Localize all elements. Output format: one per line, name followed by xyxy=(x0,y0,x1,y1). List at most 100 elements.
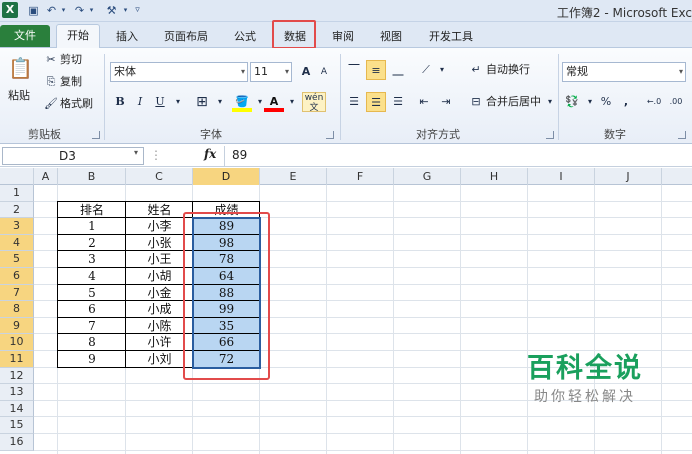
undo-dropdown-icon[interactable]: ▾ xyxy=(56,3,71,18)
row-header-14[interactable]: 14 xyxy=(0,400,34,418)
increase-indent-icon[interactable]: ⇥ xyxy=(436,92,456,112)
row-header-7[interactable]: 7 xyxy=(0,284,34,302)
align-middle-icon[interactable]: ≡ xyxy=(366,60,386,80)
tab-page-layout[interactable]: 页面布局 xyxy=(160,26,212,47)
insert-function-icon[interactable]: fx xyxy=(204,147,216,161)
font-name-select[interactable]: 宋体 ▾ xyxy=(110,62,248,82)
italic-button[interactable]: I xyxy=(130,92,150,112)
table-cell[interactable]: 4 xyxy=(59,268,125,285)
decrease-indent-icon[interactable]: ⇤ xyxy=(414,92,434,112)
align-center-icon[interactable]: ☰ xyxy=(366,92,386,112)
row-header-5[interactable]: 5 xyxy=(0,251,34,268)
row-header-1[interactable]: 1 xyxy=(0,185,34,202)
column-header-h[interactable]: H xyxy=(461,168,528,185)
number-format-select[interactable]: 常规 ▾ xyxy=(562,62,686,82)
table-header-cell[interactable]: 排名 xyxy=(59,202,125,219)
name-box-dropdown-icon[interactable]: ▾ xyxy=(134,148,138,157)
row-header-15[interactable]: 15 xyxy=(0,417,34,434)
font-color-icon[interactable]: A xyxy=(264,92,284,112)
column-header-f[interactable]: F xyxy=(327,168,394,185)
font-color-dropdown-icon[interactable]: ▾ xyxy=(282,92,302,112)
table-cell[interactable]: 6 xyxy=(59,301,125,318)
excel-logo-icon[interactable]: X xyxy=(2,2,18,18)
copy-icon[interactable]: ⎘ xyxy=(44,74,58,90)
align-bottom-icon[interactable]: ⎽ xyxy=(388,60,408,80)
tab-home[interactable]: 开始 xyxy=(56,24,100,48)
phonetic-guide-icon[interactable]: wén 文 xyxy=(302,92,326,113)
table-cell[interactable]: 1 xyxy=(59,218,125,235)
number-launcher-icon[interactable] xyxy=(678,131,686,139)
tab-insert[interactable]: 插入 xyxy=(112,26,142,47)
orientation-dropdown-icon[interactable]: ▾ xyxy=(432,60,452,80)
bold-button[interactable]: B xyxy=(110,92,130,112)
row-header-10[interactable]: 10 xyxy=(0,334,34,351)
column-header-g[interactable]: G xyxy=(394,168,461,185)
borders-icon[interactable]: ⊞ xyxy=(192,92,212,112)
wrap-text-icon[interactable]: ↵ xyxy=(466,60,486,80)
font-size-select[interactable]: 11 ▾ xyxy=(250,62,292,82)
table-cell[interactable]: 2 xyxy=(59,235,125,252)
font-launcher-icon[interactable] xyxy=(326,131,334,139)
save-icon[interactable]: ▣ xyxy=(26,3,41,18)
align-right-icon[interactable]: ☰ xyxy=(388,92,408,112)
decrease-decimal-icon[interactable]: .00 xyxy=(666,92,686,112)
borders-dropdown-icon[interactable]: ▾ xyxy=(210,92,230,112)
merge-center-icon[interactable]: ⊟ xyxy=(466,92,486,112)
cut-button[interactable]: 剪切 xyxy=(60,52,82,68)
copy-button[interactable]: 复制 xyxy=(60,74,82,90)
fill-color-icon[interactable]: 🪣 xyxy=(232,92,252,112)
tab-file[interactable]: 文件 xyxy=(0,25,50,47)
row-header-16[interactable]: 16 xyxy=(0,434,34,451)
align-left-icon[interactable]: ☰ xyxy=(344,92,364,112)
align-top-icon[interactable]: ⎺ xyxy=(344,60,364,80)
increase-decimal-icon[interactable]: ←.0 xyxy=(644,92,664,112)
column-header-i[interactable]: I xyxy=(528,168,595,185)
row-header-9[interactable]: 9 xyxy=(0,317,34,335)
tab-developer[interactable]: 开发工具 xyxy=(424,26,478,47)
row-header-12[interactable]: 12 xyxy=(0,367,34,385)
tab-view[interactable]: 视图 xyxy=(374,26,408,47)
wrap-text-button[interactable]: 自动换行 xyxy=(486,62,530,78)
format-painter-button[interactable]: 格式刷 xyxy=(60,96,93,112)
alignment-launcher-icon[interactable] xyxy=(546,131,554,139)
paste-icon[interactable]: 📋 xyxy=(8,54,33,84)
row-header-13[interactable]: 13 xyxy=(0,384,34,401)
tools-icon[interactable]: ⚒ xyxy=(104,3,119,18)
customize-toolbar-icon[interactable]: ▿ xyxy=(130,3,145,18)
grow-font-icon[interactable]: A xyxy=(296,62,316,82)
format-painter-icon[interactable]: 🖌 xyxy=(44,96,58,112)
paste-button[interactable]: 粘贴 xyxy=(8,88,30,104)
table-cell[interactable]: 5 xyxy=(59,285,125,302)
percent-button[interactable]: % xyxy=(596,92,616,112)
shrink-font-icon[interactable]: A xyxy=(314,62,334,82)
table-cell[interactable]: 3 xyxy=(59,251,125,268)
tab-formulas[interactable]: 公式 xyxy=(228,26,262,47)
table-cell[interactable]: 9 xyxy=(59,351,125,368)
row-header-3[interactable]: 3 xyxy=(0,218,34,235)
merge-dropdown-icon[interactable]: ▾ xyxy=(540,92,560,112)
merge-center-button[interactable]: 合并后居中 xyxy=(486,94,541,110)
underline-dropdown-icon[interactable]: ▾ xyxy=(168,92,188,112)
column-header-d[interactable]: D xyxy=(193,168,260,185)
row-header-8[interactable]: 8 xyxy=(0,301,34,318)
table-cell[interactable]: 7 xyxy=(59,318,125,335)
redo-dropdown-icon[interactable]: ▾ xyxy=(84,3,99,18)
column-header-b[interactable]: B xyxy=(58,168,126,185)
underline-button[interactable]: U xyxy=(150,92,170,112)
select-all-corner[interactable] xyxy=(0,168,34,185)
comma-button[interactable]: , xyxy=(616,92,636,112)
column-header-j[interactable]: J xyxy=(595,168,662,185)
row-header-6[interactable]: 6 xyxy=(0,268,34,285)
column-header-e[interactable]: E xyxy=(260,168,327,185)
column-header-a[interactable]: A xyxy=(34,168,58,185)
name-box[interactable]: D3 xyxy=(2,147,144,165)
table-cell[interactable]: 8 xyxy=(59,334,125,351)
clipboard-launcher-icon[interactable] xyxy=(92,131,100,139)
column-header-c[interactable]: C xyxy=(126,168,193,185)
row-header-2[interactable]: 2 xyxy=(0,201,34,219)
row-header-4[interactable]: 4 xyxy=(0,234,34,252)
row-header-11[interactable]: 11 xyxy=(0,351,34,368)
tab-review[interactable]: 审阅 xyxy=(326,26,360,47)
formula-input[interactable]: 89 xyxy=(232,148,247,162)
currency-icon[interactable]: 💱 xyxy=(562,92,582,112)
